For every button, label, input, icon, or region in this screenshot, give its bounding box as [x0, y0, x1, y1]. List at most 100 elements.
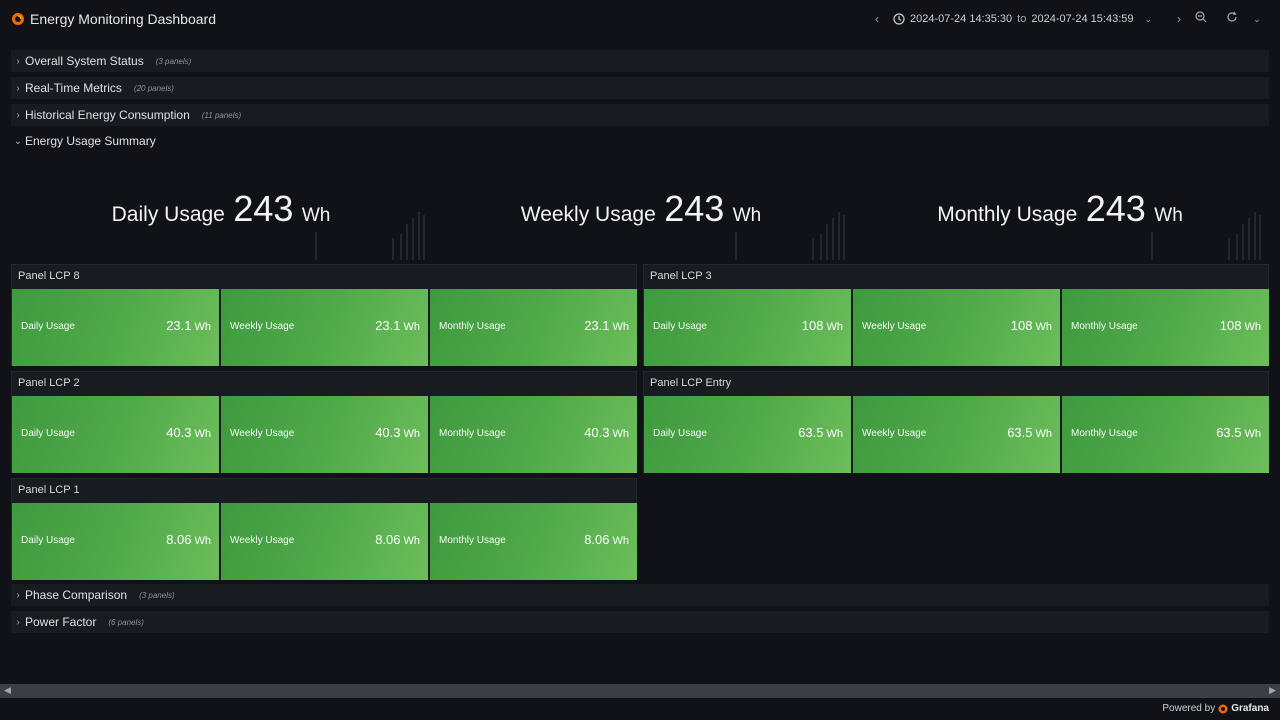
stat-tile-daily[interactable]: Daily Usage 8.06 Wh [12, 503, 219, 580]
row-panel-count: (3 panels) [155, 56, 192, 66]
tile-value: 40.3 Wh [375, 425, 420, 440]
panel-title[interactable]: Panel LCP 1 [18, 484, 80, 496]
tile-label: Weekly Usage [230, 428, 295, 439]
powered-by-grafana[interactable]: Powered by Grafana [1162, 703, 1269, 714]
tile-value: 23.1 Wh [166, 318, 211, 333]
time-range-separator: to [1017, 13, 1027, 25]
sparkline [735, 212, 845, 260]
panel-lcp-entry[interactable]: Panel LCP Entry Daily Usage 63.5 Wh Weekl… [643, 371, 1269, 473]
tile-value: 8.06 Wh [584, 532, 629, 547]
stat-tile-weekly[interactable]: Weekly Usage 8.06 Wh [221, 503, 428, 580]
stat-tile-monthly[interactable]: Monthly Usage 108 Wh [1062, 289, 1269, 366]
sparkline [1151, 212, 1261, 260]
zoom-out-icon[interactable] [1194, 11, 1208, 27]
tile-label: Weekly Usage [230, 535, 295, 546]
tile-value: 40.3 Wh [166, 425, 211, 440]
scroll-right-icon[interactable]: ▶ [1269, 685, 1276, 696]
tile-label: Weekly Usage [862, 428, 927, 439]
tile-label: Daily Usage [21, 428, 75, 439]
row-overall-system-status[interactable]: › Overall System Status (3 panels) [11, 50, 1269, 72]
summary-stat-daily[interactable]: Daily Usage 243 Wh [11, 172, 431, 262]
row-panel-count: (20 panels) [133, 83, 174, 93]
tile-value: 108 Wh [801, 318, 843, 333]
dashboard-title[interactable]: Energy Monitoring Dashboard [30, 11, 216, 27]
stat-tile-daily[interactable]: Daily Usage 108 Wh [644, 289, 851, 366]
stat-label: Daily Usage [111, 203, 225, 226]
stat-label: Weekly Usage [520, 203, 656, 226]
powered-by-label: Powered by [1162, 703, 1216, 714]
sparkline [315, 212, 425, 260]
chevron-right-icon: › [16, 616, 20, 628]
row-historical-energy-consumption[interactable]: › Historical Energy Consumption (11 pane… [11, 104, 1269, 126]
stat-tile-monthly[interactable]: Monthly Usage 40.3 Wh [430, 396, 637, 473]
panel-lcp-2[interactable]: Panel LCP 2 Daily Usage 40.3 Wh Weekly Us… [11, 371, 637, 473]
scroll-left-icon[interactable]: ◀ [4, 685, 11, 696]
row-title: Overall System Status [25, 54, 144, 68]
refresh-dropdown-chevron-down-icon[interactable]: ⌄ [1251, 11, 1263, 27]
tile-label: Monthly Usage [1071, 428, 1138, 439]
chevron-left-icon[interactable]: ‹ [871, 11, 883, 27]
top-bar: Energy Monitoring Dashboard ‹ 2024-07-24… [0, 0, 1280, 38]
tile-value: 40.3 Wh [584, 425, 629, 440]
panel-lcp-8[interactable]: Panel LCP 8 Daily Usage 23.1 Wh Weekly Us… [11, 264, 637, 366]
tile-label: Monthly Usage [439, 535, 506, 546]
tile-value: 63.5 Wh [798, 425, 843, 440]
stat-tile-daily[interactable]: Daily Usage 63.5 Wh [644, 396, 851, 473]
tile-label: Monthly Usage [439, 321, 506, 332]
stat-tile-monthly[interactable]: Monthly Usage 8.06 Wh [430, 503, 637, 580]
stat-tile-weekly[interactable]: Weekly Usage 63.5 Wh [853, 396, 1060, 473]
tile-value: 23.1 Wh [375, 318, 420, 333]
panel-title[interactable]: Panel LCP 3 [650, 270, 712, 282]
stat-value: 243 [1085, 188, 1146, 229]
row-energy-usage-summary[interactable]: ⌄ Energy Usage Summary [11, 130, 1269, 152]
panel-lcp-1[interactable]: Panel LCP 1 Daily Usage 8.06 Wh Weekly Us… [11, 478, 637, 580]
stat-tile-weekly[interactable]: Weekly Usage 108 Wh [853, 289, 1060, 366]
row-power-factor[interactable]: › Power Factor (6 panels) [11, 611, 1269, 633]
grafana-logo-icon [12, 13, 24, 25]
time-range-to: 2024-07-24 15:43:59 [1031, 13, 1134, 25]
tile-value: 23.1 Wh [584, 318, 629, 333]
tile-value: 63.5 Wh [1007, 425, 1052, 440]
panel-title[interactable]: Panel LCP 8 [18, 270, 80, 282]
row-real-time-metrics[interactable]: › Real-Time Metrics (20 panels) [11, 77, 1269, 99]
time-range-picker[interactable]: 2024-07-24 14:35:30 to 2024-07-24 15:43:… [893, 11, 1152, 27]
summary-stat-weekly[interactable]: Weekly Usage 243 Wh [431, 172, 851, 262]
tile-label: Daily Usage [21, 321, 75, 332]
tile-value: 63.5 Wh [1216, 425, 1261, 440]
row-title: Historical Energy Consumption [25, 108, 190, 122]
chevron-right-icon[interactable]: › [1173, 11, 1185, 27]
horizontal-scrollbar[interactable]: ◀ ▶ [0, 684, 1280, 698]
stat-tile-monthly[interactable]: Monthly Usage 23.1 Wh [430, 289, 637, 366]
tile-label: Weekly Usage [230, 321, 295, 332]
tile-label: Daily Usage [21, 535, 75, 546]
stat-tile-monthly[interactable]: Monthly Usage 63.5 Wh [1062, 396, 1269, 473]
tile-label: Daily Usage [653, 428, 707, 439]
tile-label: Monthly Usage [1071, 321, 1138, 332]
tile-value: 8.06 Wh [375, 532, 420, 547]
chevron-right-icon: › [16, 55, 20, 67]
clock-icon [893, 13, 905, 25]
row-title: Real-Time Metrics [25, 81, 122, 95]
tile-label: Monthly Usage [439, 428, 506, 439]
stat-value: 243 [233, 188, 294, 229]
panel-title[interactable]: Panel LCP Entry [650, 377, 731, 389]
chevron-right-icon: › [16, 82, 20, 94]
grafana-logo-icon [1218, 704, 1228, 713]
stat-tile-daily[interactable]: Daily Usage 23.1 Wh [12, 289, 219, 366]
tile-value: 108 Wh [1010, 318, 1052, 333]
panel-lcp-3[interactable]: Panel LCP 3 Daily Usage 108 Wh Weekly Usa… [643, 264, 1269, 366]
panel-title[interactable]: Panel LCP 2 [18, 377, 80, 389]
time-range-from: 2024-07-24 14:35:30 [910, 13, 1013, 25]
summary-stat-monthly[interactable]: Monthly Usage 243 Wh [851, 172, 1269, 262]
stat-tile-weekly[interactable]: Weekly Usage 23.1 Wh [221, 289, 428, 366]
tile-label: Weekly Usage [862, 321, 927, 332]
row-panel-count: (3 panels) [139, 590, 175, 600]
row-phase-comparison[interactable]: › Phase Comparison (3 panels) [11, 584, 1269, 606]
stat-tile-daily[interactable]: Daily Usage 40.3 Wh [12, 396, 219, 473]
refresh-icon[interactable] [1225, 11, 1239, 27]
stat-tile-weekly[interactable]: Weekly Usage 40.3 Wh [221, 396, 428, 473]
row-title: Phase Comparison [25, 588, 128, 602]
stat-label: Monthly Usage [937, 203, 1078, 226]
row-title: Power Factor [25, 615, 97, 629]
row-title: Energy Usage Summary [25, 134, 156, 148]
